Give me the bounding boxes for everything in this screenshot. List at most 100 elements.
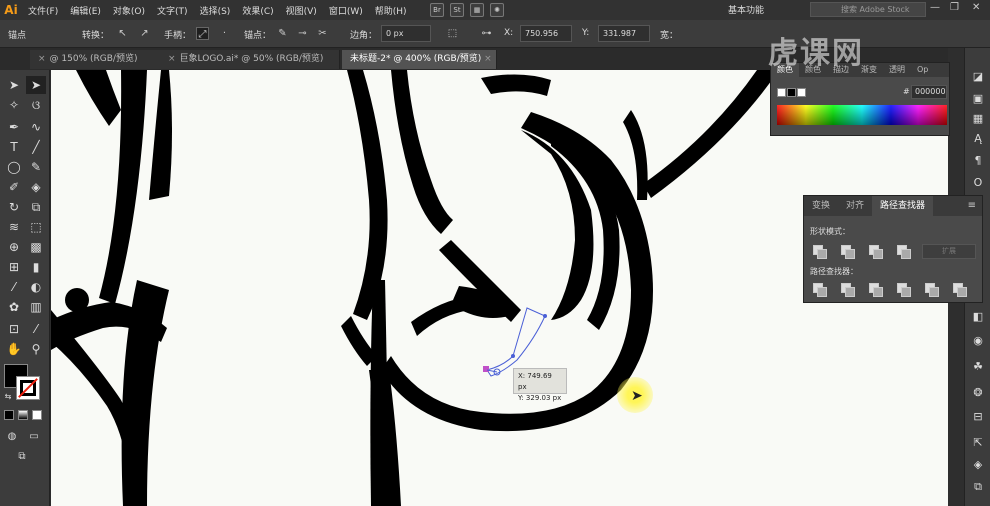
color-mode-icon[interactable] <box>4 410 14 420</box>
width-tool-icon[interactable]: ≋ <box>4 218 24 236</box>
gradient-tool-icon[interactable]: ▮ <box>26 258 46 276</box>
align-panel-icon[interactable]: ⊟ <box>971 410 985 424</box>
swatches-icon[interactable]: ▦ <box>971 112 985 126</box>
trim-icon[interactable] <box>840 282 855 297</box>
direct-selection-tool-icon[interactable]: ➤ <box>26 76 46 94</box>
gpu-icon[interactable]: ✺ <box>490 3 504 17</box>
pen-tool-icon[interactable]: ✒ <box>4 118 24 136</box>
convert-smooth-icon[interactable]: ↗ <box>138 27 151 40</box>
tab-document-3[interactable]: 未标题-2* @ 400% (RGB/预览) × <box>342 50 497 69</box>
draw-normal-icon[interactable]: ◍ <box>2 428 22 446</box>
white-swatch[interactable] <box>797 88 806 97</box>
hand-tool-icon[interactable]: ✋ <box>4 340 24 358</box>
screen-mode-icon[interactable]: ▭ <box>24 428 44 446</box>
none-swatch-icon[interactable] <box>777 88 786 97</box>
mesh-tool-icon[interactable]: ⊞ <box>4 258 24 276</box>
workspace-switcher[interactable]: 基本功能 <box>728 3 764 16</box>
swap-colors-icon[interactable]: ⇆ <box>2 388 14 406</box>
eraser-tool-icon[interactable]: ◈ <box>26 178 46 196</box>
symbol-sprayer-tool-icon[interactable]: ✿ <box>4 298 24 316</box>
crop-icon[interactable] <box>896 282 911 297</box>
color-panel-icon[interactable]: ◪ <box>971 70 985 84</box>
tab-opentype[interactable]: Op <box>911 63 934 77</box>
gradient-mode-icon[interactable] <box>18 410 28 420</box>
merge-icon[interactable] <box>868 282 883 297</box>
artboard-tool-icon[interactable]: ⊡ <box>4 320 24 338</box>
type-tool-icon[interactable]: T <box>4 138 24 156</box>
minus-back-icon[interactable] <box>952 282 967 297</box>
tab-transparency[interactable]: 透明 <box>883 63 911 77</box>
magic-wand-tool-icon[interactable]: ✧ <box>4 96 24 114</box>
eyedropper-tool-icon[interactable]: ⁄ <box>4 278 24 296</box>
graph-tool-icon[interactable]: ▥ <box>26 298 46 316</box>
line-tool-icon[interactable]: ╱ <box>26 138 46 156</box>
remove-anchor-icon[interactable]: ✎ <box>276 27 289 40</box>
divide-icon[interactable] <box>812 282 827 297</box>
tab-close-icon[interactable]: × <box>484 54 492 64</box>
menu-type[interactable]: 文字(T) <box>151 4 194 17</box>
ellipse-tool-icon[interactable]: ◯ <box>4 158 24 176</box>
unite-icon[interactable] <box>812 244 827 259</box>
stroke-swatch[interactable] <box>16 376 40 400</box>
hide-handles-icon[interactable]: · <box>218 27 231 40</box>
menu-help[interactable]: 帮助(H) <box>369 4 413 17</box>
symbols-icon[interactable]: ☘ <box>971 360 985 374</box>
close-icon[interactable]: ✕ <box>972 2 980 13</box>
menu-file[interactable]: 文件(F) <box>22 4 64 17</box>
appearance-icon[interactable]: ◉ <box>971 334 985 348</box>
black-swatch[interactable] <box>787 88 796 97</box>
scale-tool-icon[interactable]: ⧉ <box>26 198 46 216</box>
intersect-icon[interactable] <box>868 244 883 259</box>
export-icon[interactable]: ⇱ <box>971 436 985 450</box>
shape-builder-tool-icon[interactable]: ⊕ <box>4 238 24 256</box>
menu-effect[interactable]: 效果(C) <box>236 4 279 17</box>
stock-icon[interactable]: St <box>450 3 464 17</box>
bridge-icon[interactable]: Br <box>430 3 444 17</box>
workspace-grid-icon[interactable]: ▦ <box>470 3 484 17</box>
cut-path-icon[interactable]: ✂ <box>316 27 329 40</box>
artboards-icon[interactable]: ⧉ <box>971 480 985 494</box>
color-guide-icon[interactable]: ▣ <box>971 92 985 106</box>
none-mode-icon[interactable] <box>32 410 42 420</box>
x-position-input[interactable]: 750.956 <box>520 25 572 42</box>
tab-close-icon[interactable]: × <box>168 54 176 64</box>
y-position-input[interactable]: 331.987 <box>598 25 650 42</box>
selection-tool-icon[interactable]: ➤ <box>4 76 24 94</box>
tab-align[interactable]: 对齐 <box>838 196 872 216</box>
restore-icon[interactable]: ❐ <box>950 2 959 13</box>
hex-input[interactable]: 000000 <box>911 85 947 99</box>
show-handles-icon[interactable]: ⤢ <box>196 27 209 40</box>
minus-front-icon[interactable] <box>840 244 855 259</box>
tab-close-icon[interactable]: × <box>38 54 46 64</box>
convert-corner-icon[interactable]: ↖ <box>116 27 129 40</box>
tab-document-2[interactable]: × 巨象LOGO.ai* @ 50% (RGB/预览) <box>160 50 340 69</box>
corner-radius-input[interactable]: 0 px <box>381 25 431 42</box>
minimize-icon[interactable]: — <box>930 2 940 13</box>
paragraph-icon[interactable]: ¶ <box>971 154 985 168</box>
panel-menu-icon[interactable]: ≡ <box>968 200 976 211</box>
brushes-icon[interactable]: Ą <box>971 132 985 146</box>
outline-icon[interactable] <box>924 282 939 297</box>
slice-tool-icon[interactable]: ⁄ <box>26 320 46 338</box>
zoom-tool-icon[interactable]: ⚲ <box>26 340 46 358</box>
layers-icon[interactable]: ◈ <box>971 458 985 472</box>
rotate-tool-icon[interactable]: ↻ <box>4 198 24 216</box>
menu-object[interactable]: 对象(O) <box>107 4 151 17</box>
free-transform-tool-icon[interactable]: ⬚ <box>26 218 46 236</box>
tab-document-1[interactable]: × @ 150% (RGB/预览) <box>30 50 170 69</box>
connect-anchor-icon[interactable]: ⊸ <box>296 27 309 40</box>
menu-select[interactable]: 选择(S) <box>194 4 237 17</box>
curvature-tool-icon[interactable]: ∿ <box>26 118 46 136</box>
exclude-icon[interactable] <box>896 244 911 259</box>
blend-tool-icon[interactable]: ◐ <box>26 278 46 296</box>
perspective-grid-tool-icon[interactable]: ▩ <box>26 238 46 256</box>
transparency-icon[interactable]: ◧ <box>971 310 985 324</box>
menu-view[interactable]: 视图(V) <box>280 4 323 17</box>
align-anchor-icon[interactable]: ⊶ <box>480 27 493 40</box>
change-screen-mode-icon[interactable]: ⧉ <box>12 448 32 466</box>
stock-search-input[interactable]: 搜索 Adobe Stock <box>810 2 926 17</box>
lasso-tool-icon[interactable]: ଓ <box>26 96 46 114</box>
tab-pathfinder[interactable]: 路径查找器 <box>872 196 934 216</box>
paintbrush-tool-icon[interactable]: ✎ <box>26 158 46 176</box>
menu-edit[interactable]: 编辑(E) <box>64 4 107 17</box>
